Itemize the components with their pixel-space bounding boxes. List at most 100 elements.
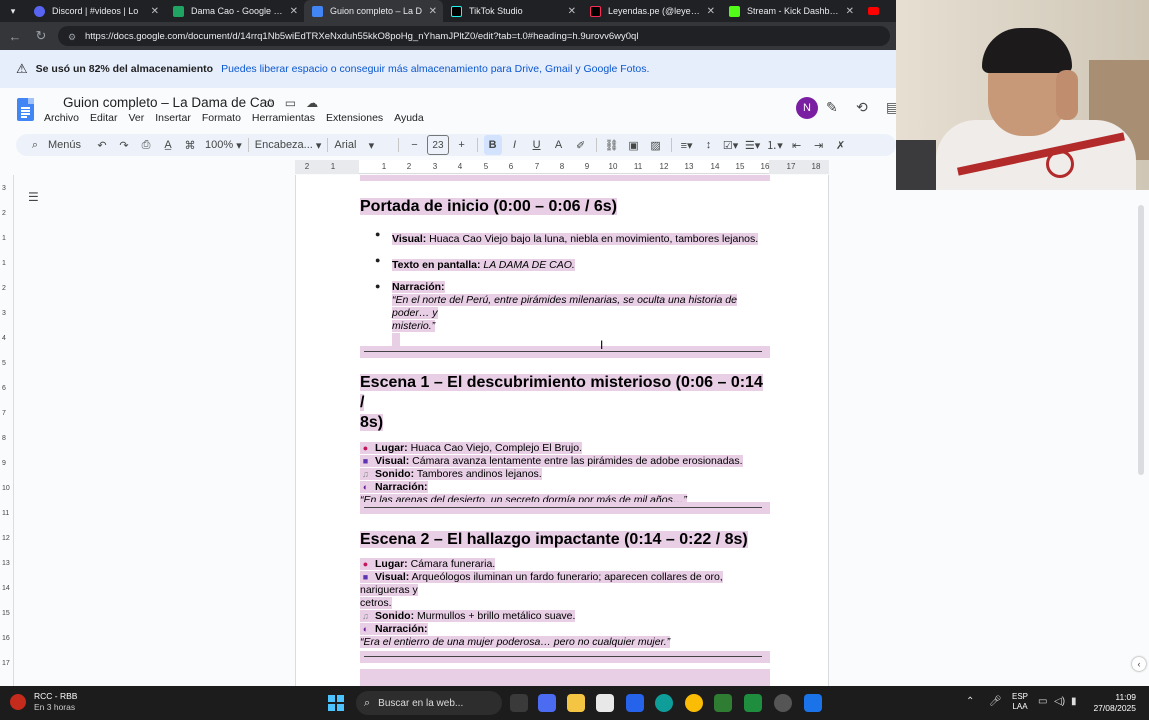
search-menus-label[interactable]: Menús bbox=[48, 135, 81, 155]
redo-icon[interactable]: ↷ bbox=[115, 135, 133, 155]
close-icon[interactable]: ✕ bbox=[846, 6, 854, 17]
menu-archivo[interactable]: Archivo bbox=[44, 112, 79, 124]
close-icon[interactable]: ✕ bbox=[568, 6, 576, 17]
tab-search-icon[interactable]: ▾ bbox=[0, 0, 26, 22]
chrome-icon[interactable] bbox=[685, 694, 703, 712]
battery-icon[interactable]: ▮ bbox=[1071, 696, 1077, 707]
clock[interactable]: 11:09 27/08/2025 bbox=[1086, 692, 1136, 714]
close-icon[interactable]: ✕ bbox=[707, 6, 715, 17]
ruler-number: 2 bbox=[2, 210, 6, 217]
menu-editar[interactable]: Editar bbox=[90, 112, 117, 124]
monitor-icon[interactable]: ▭ bbox=[1038, 696, 1047, 707]
text-color-icon[interactable]: A bbox=[550, 135, 568, 155]
font-select[interactable]: Arial ▾ bbox=[334, 135, 392, 155]
menu-insertar[interactable]: Insertar bbox=[155, 112, 191, 124]
increase-font-icon[interactable]: + bbox=[453, 135, 471, 155]
reload-icon[interactable]: ↻ bbox=[30, 25, 52, 47]
gemini-icon[interactable]: ✎ bbox=[826, 99, 838, 116]
obs-icon[interactable] bbox=[774, 694, 792, 712]
url-input[interactable]: ⚙ https://docs.google.com/document/d/14rr… bbox=[58, 26, 890, 46]
underline-icon[interactable]: U bbox=[528, 135, 546, 155]
star-icon[interactable]: ☆ bbox=[264, 96, 275, 110]
increase-indent-icon[interactable]: ⇥ bbox=[810, 135, 828, 155]
print-icon[interactable]: ⎙ bbox=[137, 135, 155, 155]
taskbar-search[interactable]: ⌕ Buscar en la web... bbox=[356, 691, 502, 715]
heading-escena-2[interactable]: Escena 2 – El hallazgo impactante (0:14 … bbox=[360, 530, 770, 550]
bullet-item[interactable]: ● Texto en pantalla: LA DAMA DE CAO. bbox=[375, 255, 772, 273]
tab-discord[interactable]: Discord | #videos | Lo ✕ bbox=[26, 0, 165, 22]
comments-icon[interactable]: ▤ bbox=[886, 99, 896, 116]
microphone-icon[interactable]: 🎤︎ bbox=[989, 696, 1002, 707]
paint-format-icon[interactable]: ⌘ bbox=[181, 135, 199, 155]
menu-ver[interactable]: Ver bbox=[128, 112, 144, 124]
store-icon[interactable] bbox=[596, 694, 614, 712]
font-size-input[interactable]: 23 bbox=[427, 135, 449, 155]
task-view-icon[interactable] bbox=[510, 694, 528, 712]
menu-ayuda[interactable]: Ayuda bbox=[394, 112, 424, 124]
highlight-icon[interactable]: ✐ bbox=[572, 135, 590, 155]
weather-widget[interactable]: RCC - RBB En 3 horas bbox=[10, 691, 77, 713]
back-icon[interactable]: ← bbox=[4, 25, 26, 47]
search-menus-icon[interactable]: ⌕ bbox=[26, 135, 44, 155]
decrease-font-icon[interactable]: − bbox=[405, 135, 423, 155]
excel-icon[interactable] bbox=[744, 694, 762, 712]
app-icon[interactable] bbox=[626, 694, 644, 712]
menu-formato[interactable]: Formato bbox=[202, 112, 241, 124]
bold-icon[interactable]: B bbox=[483, 135, 502, 155]
style-select[interactable]: Encabeza... ▾ bbox=[255, 135, 322, 155]
document-page[interactable]: Portada de inicio (0:00 – 0:06 / 6s) ● V… bbox=[295, 175, 829, 686]
tab-kick[interactable]: Stream - Kick Dashboard ✕ bbox=[721, 0, 860, 22]
side-panel-toggle-icon[interactable]: ‹ bbox=[1132, 657, 1146, 671]
spellcheck-icon[interactable]: A̲ bbox=[159, 135, 177, 155]
checklist-icon[interactable]: ☑▾ bbox=[722, 135, 740, 155]
image-icon[interactable]: ▨ bbox=[647, 135, 665, 155]
storage-link[interactable]: Puedes liberar espacio o conseguir más a… bbox=[221, 63, 649, 75]
language-indicator[interactable]: ESP LAA bbox=[1012, 692, 1028, 712]
align-icon[interactable]: ≡▾ bbox=[678, 135, 696, 155]
notepad-icon[interactable] bbox=[804, 694, 822, 712]
site-info-icon[interactable]: ⚙ bbox=[68, 32, 77, 42]
volume-icon[interactable]: ◁) bbox=[1054, 696, 1065, 707]
cloud-status-icon[interactable]: ☁ bbox=[306, 96, 318, 110]
close-icon[interactable]: ✕ bbox=[290, 6, 298, 17]
app-icon[interactable] bbox=[714, 694, 732, 712]
vertical-ruler[interactable]: 3 2 1 1 2 3 4 5 6 7 8 9 10 11 12 13 14 1… bbox=[0, 175, 14, 686]
move-folder-icon[interactable]: ▭ bbox=[285, 96, 296, 110]
menu-extensiones[interactable]: Extensiones bbox=[326, 112, 383, 124]
bullet-item[interactable]: ● Narración: “En el norte del Perú, entr… bbox=[375, 281, 772, 353]
horizontal-ruler[interactable]: 2 1 1 2 3 4 5 6 7 8 9 10 11 12 13 14 15 … bbox=[295, 160, 829, 174]
file-explorer-icon[interactable] bbox=[567, 694, 585, 712]
history-icon[interactable]: ⟲ bbox=[856, 99, 868, 116]
tab-tiktok-leyendas[interactable]: Leyendas.pe (@leyendas.pe✕ bbox=[582, 0, 721, 22]
ruler-number: 4 bbox=[457, 162, 463, 171]
decrease-indent-icon[interactable]: ⇤ bbox=[788, 135, 806, 155]
link-icon[interactable]: ⛓ bbox=[603, 135, 621, 155]
tab-docs[interactable]: Guion completo – La D ✕ bbox=[304, 0, 443, 22]
start-button[interactable] bbox=[328, 695, 344, 711]
zoom-select[interactable]: 100% ▾ bbox=[205, 135, 242, 155]
close-icon[interactable]: ✕ bbox=[151, 6, 159, 17]
docs-logo-icon[interactable] bbox=[17, 98, 34, 121]
close-icon[interactable]: ✕ bbox=[429, 6, 437, 17]
heading-portada[interactable]: Portada de inicio (0:00 – 0:06 / 6s) bbox=[360, 197, 770, 217]
italic-icon[interactable]: I bbox=[506, 135, 524, 155]
comment-icon[interactable]: ▣ bbox=[625, 135, 643, 155]
undo-icon[interactable]: ↶ bbox=[93, 135, 111, 155]
copilot-icon[interactable] bbox=[538, 694, 556, 712]
bullet-item[interactable]: ● Visual: Huaca Cao Viejo bajo la luna, … bbox=[375, 229, 772, 247]
outline-icon[interactable]: ☰ bbox=[28, 190, 39, 204]
heading-escena-1[interactable]: Escena 1 – El descubrimiento misterioso … bbox=[360, 373, 770, 413]
clear-format-icon[interactable]: ✗ bbox=[832, 135, 850, 155]
avatar[interactable]: N bbox=[796, 97, 818, 119]
bullet-list-icon[interactable]: ☰▾ bbox=[744, 135, 762, 155]
youtube-tab-icon[interactable] bbox=[860, 0, 886, 22]
numbered-list-icon[interactable]: ⒈▾ bbox=[766, 135, 784, 155]
menu-herramientas[interactable]: Herramientas bbox=[252, 112, 315, 124]
edge-icon[interactable] bbox=[655, 694, 673, 712]
line-spacing-icon[interactable]: ↕ bbox=[700, 135, 718, 155]
tab-tiktok-studio[interactable]: TikTok Studio ✕ bbox=[443, 0, 582, 22]
tab-drive[interactable]: Dama Cao - Google Drive ✕ bbox=[165, 0, 304, 22]
document-title[interactable]: Guion completo – La Dama de Cao bbox=[63, 95, 275, 110]
chevron-up-icon[interactable]: ⌃ bbox=[966, 696, 974, 707]
scrollbar[interactable] bbox=[1138, 205, 1144, 475]
